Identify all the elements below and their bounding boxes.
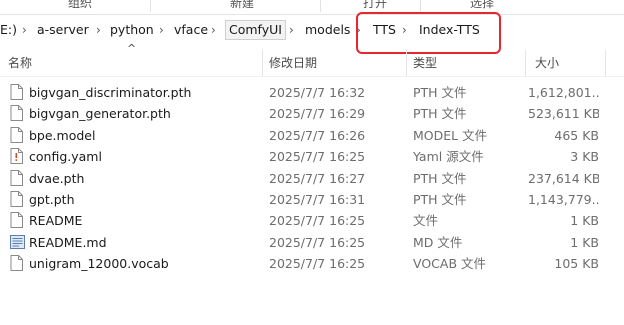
file-size: 465 KB xyxy=(554,127,599,143)
breadcrumb-models[interactable]: models xyxy=(305,21,350,39)
file-size: 105 KB xyxy=(554,256,599,272)
document-icon xyxy=(10,191,23,207)
file-name: bigvgan_generator.pth xyxy=(29,106,171,122)
ribbon-group-open: 打开 xyxy=(363,0,388,10)
column-header-name[interactable]: 名称 xyxy=(8,54,32,72)
document-icon xyxy=(10,255,23,272)
file-modified-date: 2025/7/7 16:25 xyxy=(269,234,366,250)
markdown-file-icon xyxy=(10,234,25,250)
column-divider[interactable] xyxy=(525,50,526,76)
file-modified-date: 2025/7/7 16:25 xyxy=(269,256,366,272)
file-type: MODEL 文件 xyxy=(413,127,488,143)
breadcrumb-python[interactable]: python xyxy=(110,21,154,39)
column-divider[interactable] xyxy=(406,50,407,76)
column-divider[interactable] xyxy=(605,50,606,76)
file-name: bigvgan_discriminator.pth xyxy=(29,85,192,100)
breadcrumb-a-server[interactable]: a-server xyxy=(37,21,89,39)
ribbon-group-select: 选择 xyxy=(470,0,495,10)
file-modified-date: 2025/7/7 16:27 xyxy=(269,170,366,186)
file-row[interactable]: bigvgan_generator.pth 2025/7/7 16:29 PTH 文… xyxy=(0,103,624,124)
file-type: MD 文件 xyxy=(413,234,463,250)
breadcrumb-separator[interactable]: › xyxy=(211,21,216,39)
file-size: 3 KB xyxy=(570,149,599,165)
file-name: dvae.pth xyxy=(29,170,85,186)
breadcrumb-separator[interactable]: › xyxy=(22,21,27,39)
file-type: PTH 文件 xyxy=(413,170,467,186)
breadcrumb-separator[interactable]: › xyxy=(96,21,101,39)
ribbon-divider xyxy=(320,0,321,12)
file-type: PTH 文件 xyxy=(413,106,467,122)
file-name: README.md xyxy=(29,234,107,250)
file-name: README xyxy=(29,213,83,229)
file-type: VOCAB 文件 xyxy=(413,256,486,272)
ribbon-divider xyxy=(150,0,151,12)
file-modified-date: 2025/7/7 16:25 xyxy=(269,149,366,165)
document-icon xyxy=(10,126,23,143)
document-icon xyxy=(10,212,23,229)
file-size: 523,611 KB xyxy=(528,106,599,122)
file-row[interactable]: unigram_12000.vocab 2025/7/7 16:25 VOCAB 文… xyxy=(0,253,624,274)
file-name: config.yaml xyxy=(29,149,102,165)
header-divider xyxy=(0,76,624,77)
breadcrumb-drive[interactable]: E:) xyxy=(0,21,17,39)
file-row[interactable]: bigvgan_discriminator.pth 2025/7/7 16:32 P… xyxy=(0,82,624,103)
ribbon-strip: 组织 新建 打开 选择 xyxy=(0,0,624,15)
file-name: unigram_12000.vocab xyxy=(29,256,169,272)
breadcrumb-separator[interactable]: › xyxy=(159,21,164,39)
file-size: 1,143,779... xyxy=(528,192,599,207)
document-icon xyxy=(10,169,23,186)
column-header-type[interactable]: 类型 xyxy=(413,54,437,72)
file-type: 文件 xyxy=(413,213,439,229)
document-icon xyxy=(10,84,23,100)
file-type: Yaml 源文件 xyxy=(413,149,484,165)
file-row[interactable]: dvae.pth 2025/7/7 16:27 PTH 文件 237,614 KB xyxy=(0,168,624,189)
highlight-annotation xyxy=(356,12,501,54)
ribbon-group-organize: 组织 xyxy=(68,0,93,10)
file-modified-date: 2025/7/7 16:32 xyxy=(269,85,366,100)
file-row[interactable]: README.md 2025/7/7 16:25 MD 文件 1 KB xyxy=(0,232,624,253)
file-size: 237,614 KB xyxy=(528,170,599,186)
file-type: PTH 文件 xyxy=(413,85,467,100)
breadcrumb-comfyui[interactable]: ComfyUI xyxy=(225,20,286,40)
file-row[interactable]: config.yaml 2025/7/7 16:25 Yaml 源文件 3 KB xyxy=(0,146,624,167)
ribbon-divider xyxy=(420,0,421,12)
file-modified-date: 2025/7/7 16:26 xyxy=(269,127,366,143)
yaml-file-icon xyxy=(10,148,23,165)
ribbon-group-new: 新建 xyxy=(230,0,255,10)
document-icon xyxy=(10,105,23,122)
file-row[interactable]: README 2025/7/7 16:25 文件 1 KB xyxy=(0,210,624,231)
column-header-date[interactable]: 修改日期 xyxy=(269,54,317,72)
file-row[interactable]: bpe.model 2025/7/7 16:26 MODEL 文件 465 KB xyxy=(0,125,624,146)
breadcrumb-separator[interactable]: › xyxy=(289,21,294,39)
breadcrumb-vface[interactable]: vface xyxy=(174,21,208,39)
file-size: 1 KB xyxy=(570,213,599,229)
file-modified-date: 2025/7/7 16:25 xyxy=(269,213,366,229)
file-size: 1,612,801... xyxy=(528,85,599,100)
file-type: PTH 文件 xyxy=(413,192,467,207)
file-explorer-window: 组织 新建 打开 选择 E:) › a-server › python › vf… xyxy=(0,0,624,325)
file-row[interactable]: gpt.pth 2025/7/7 16:31 PTH 文件 1,143,779... xyxy=(0,189,624,210)
file-name: gpt.pth xyxy=(29,192,75,207)
column-divider[interactable] xyxy=(262,50,263,76)
file-modified-date: 2025/7/7 16:31 xyxy=(269,192,366,207)
file-name: bpe.model xyxy=(29,127,96,143)
file-size: 1 KB xyxy=(570,234,599,250)
sort-ascending-icon: ^ xyxy=(127,42,137,55)
column-header-size[interactable]: 大小 xyxy=(535,54,559,72)
breadcrumb: E:) › a-server › python › vface › ComfyU… xyxy=(0,17,624,44)
file-modified-date: 2025/7/7 16:29 xyxy=(269,106,366,122)
